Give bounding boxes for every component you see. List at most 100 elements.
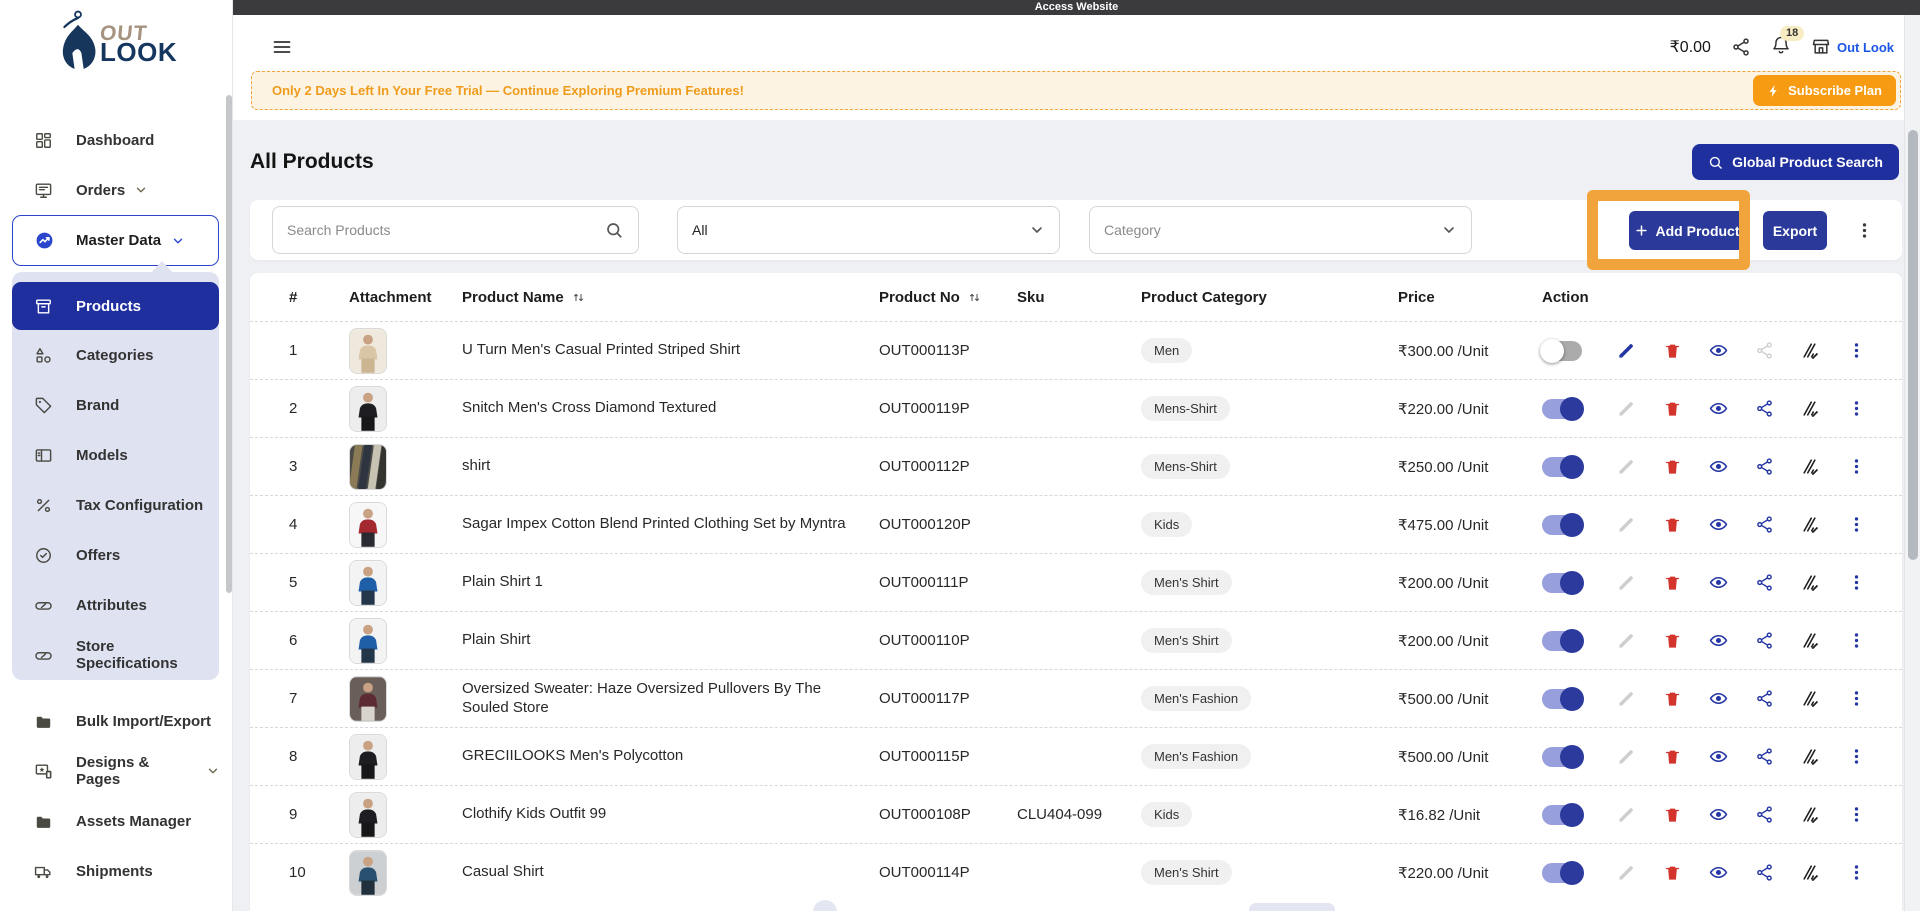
delete-icon[interactable] (1663, 747, 1682, 766)
product-status-toggle[interactable] (1542, 573, 1582, 593)
edit-barcode-icon[interactable] (1801, 399, 1820, 418)
view-icon[interactable] (1709, 573, 1728, 592)
edit-barcode-icon[interactable] (1801, 341, 1820, 360)
sidebar-item-shipments[interactable]: Shipments (34, 856, 220, 886)
product-status-toggle[interactable] (1542, 631, 1582, 651)
sort-icon[interactable] (571, 290, 586, 305)
toolbar-more-actions-icon[interactable] (1851, 214, 1877, 246)
edit-icon[interactable] (1617, 457, 1636, 476)
product-thumbnail[interactable] (349, 676, 387, 722)
edit-icon[interactable] (1617, 573, 1636, 592)
more-actions-icon[interactable] (1847, 689, 1866, 708)
export-button[interactable]: Export (1763, 211, 1827, 250)
product-status-toggle[interactable] (1542, 747, 1582, 767)
delete-icon[interactable] (1663, 863, 1682, 882)
edit-icon[interactable] (1617, 399, 1636, 418)
global-product-search-button[interactable]: Global Product Search (1692, 144, 1899, 180)
edit-icon[interactable] (1617, 863, 1636, 882)
view-icon[interactable] (1709, 689, 1728, 708)
product-thumbnail[interactable] (349, 850, 387, 896)
edit-icon[interactable] (1617, 689, 1636, 708)
type-filter-select[interactable]: All (677, 206, 1060, 254)
subscribe-plan-button[interactable]: Subscribe Plan (1753, 75, 1896, 106)
product-status-toggle[interactable] (1542, 805, 1582, 825)
delete-icon[interactable] (1663, 631, 1682, 650)
delete-icon[interactable] (1663, 341, 1682, 360)
category-filter-select[interactable]: Category (1089, 206, 1472, 254)
share-icon[interactable] (1755, 573, 1774, 592)
share-icon[interactable] (1755, 515, 1774, 534)
delete-icon[interactable] (1663, 689, 1682, 708)
sidebar-item-models[interactable]: Models (12, 430, 219, 480)
more-actions-icon[interactable] (1847, 515, 1866, 534)
view-icon[interactable] (1709, 457, 1728, 476)
delete-icon[interactable] (1663, 805, 1682, 824)
notifications-button[interactable]: 18 (1771, 35, 1791, 60)
edit-barcode-icon[interactable] (1801, 689, 1820, 708)
share-icon[interactable] (1755, 631, 1774, 650)
share-icon[interactable] (1755, 805, 1774, 824)
product-thumbnail[interactable] (349, 386, 387, 432)
product-thumbnail[interactable] (349, 560, 387, 606)
store-link[interactable]: Out Look (1811, 37, 1894, 57)
edit-barcode-icon[interactable] (1801, 631, 1820, 650)
product-thumbnail[interactable] (349, 792, 387, 838)
edit-icon[interactable] (1617, 805, 1636, 824)
sidebar-item-tax-configuration[interactable]: Tax Configuration (12, 480, 219, 530)
view-icon[interactable] (1709, 631, 1728, 650)
edit-barcode-icon[interactable] (1801, 457, 1820, 476)
sidebar-item-master-data[interactable]: Master Data (12, 215, 219, 266)
delete-icon[interactable] (1663, 515, 1682, 534)
view-icon[interactable] (1709, 863, 1728, 882)
edit-barcode-icon[interactable] (1801, 573, 1820, 592)
more-actions-icon[interactable] (1847, 573, 1866, 592)
sidebar-item-bulk-import-export[interactable]: Bulk Import/Export (34, 706, 220, 736)
sidebar-item-dashboard[interactable]: Dashboard (34, 125, 220, 155)
edit-icon[interactable] (1617, 515, 1636, 534)
product-thumbnail[interactable] (349, 502, 387, 548)
pagination-button-partial[interactable] (813, 900, 837, 911)
sidebar-item-products[interactable]: Products (12, 282, 219, 330)
view-icon[interactable] (1709, 341, 1728, 360)
product-status-toggle[interactable] (1542, 399, 1582, 419)
sidebar-item-orders[interactable]: Orders (34, 175, 220, 205)
wallet-amount[interactable]: ₹0.00 (1670, 37, 1711, 57)
sidebar-item-brand[interactable]: Brand (12, 380, 219, 430)
sidebar-item-categories[interactable]: Categories (12, 330, 219, 380)
sidebar-item-offers[interactable]: Offers (12, 530, 219, 580)
delete-icon[interactable] (1663, 457, 1682, 476)
more-actions-icon[interactable] (1847, 631, 1866, 650)
more-actions-icon[interactable] (1847, 457, 1866, 476)
edit-barcode-icon[interactable] (1801, 747, 1820, 766)
share-icon[interactable] (1755, 863, 1774, 882)
edit-barcode-icon[interactable] (1801, 515, 1820, 534)
edit-icon[interactable] (1617, 747, 1636, 766)
view-icon[interactable] (1709, 399, 1728, 418)
product-status-toggle[interactable] (1542, 515, 1582, 535)
menu-toggle-icon[interactable] (271, 37, 293, 57)
share-icon[interactable] (1731, 37, 1751, 57)
sidebar-item-assets-manager[interactable]: Assets Manager (34, 806, 220, 836)
product-status-toggle[interactable] (1542, 863, 1582, 883)
sidebar-scrollbar[interactable] (226, 95, 232, 593)
edit-icon[interactable] (1617, 341, 1636, 360)
more-actions-icon[interactable] (1847, 805, 1866, 824)
product-status-toggle[interactable] (1542, 689, 1582, 709)
product-thumbnail[interactable] (349, 444, 387, 490)
pagination-control-partial[interactable] (1249, 903, 1335, 911)
view-icon[interactable] (1709, 747, 1728, 766)
delete-icon[interactable] (1663, 573, 1682, 592)
access-website-bar[interactable]: Access Website (233, 0, 1920, 15)
share-icon[interactable] (1755, 747, 1774, 766)
search-icon[interactable] (605, 221, 623, 239)
sort-icon[interactable] (967, 290, 982, 305)
share-icon[interactable] (1755, 399, 1774, 418)
product-thumbnail[interactable] (349, 734, 387, 780)
product-status-toggle[interactable] (1542, 457, 1582, 477)
sidebar-item-store-specifications[interactable]: Store Specifications (12, 630, 219, 680)
more-actions-icon[interactable] (1847, 863, 1866, 882)
sidebar-item-attributes[interactable]: Attributes (12, 580, 219, 630)
view-icon[interactable] (1709, 515, 1728, 534)
edit-barcode-icon[interactable] (1801, 863, 1820, 882)
view-icon[interactable] (1709, 805, 1728, 824)
